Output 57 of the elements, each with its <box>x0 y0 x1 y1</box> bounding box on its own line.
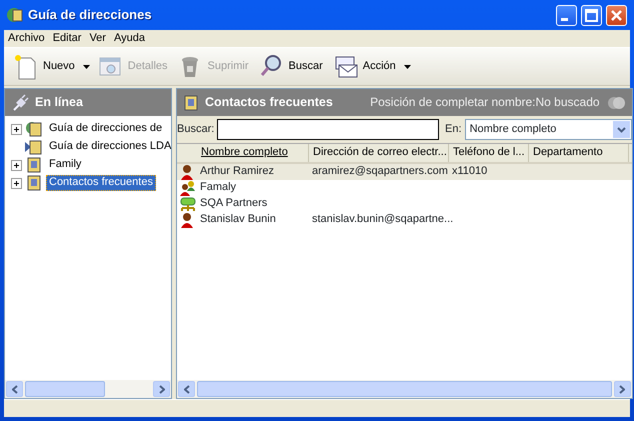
status-text: Posición de completar nombre:No buscado <box>369 95 600 110</box>
window-title: Guía de direcciones <box>28 7 153 23</box>
menu-item[interactable]: Ayuda <box>110 32 149 46</box>
column-header[interactable]: Departamento <box>529 144 629 162</box>
column-header[interactable]: Teléfono de l... <box>449 144 529 162</box>
table-row[interactable]: SQA Partners <box>177 196 632 212</box>
plug-icon <box>11 94 29 112</box>
table-cell-text: Famaly <box>199 181 238 195</box>
address-book-icon <box>25 156 43 174</box>
toolbar-button[interactable]: Buscar <box>256 52 326 82</box>
menu-item[interactable]: Archivo <box>4 32 49 46</box>
address-book-icon <box>183 94 199 110</box>
person-icon <box>178 164 196 180</box>
people-icon <box>178 180 196 196</box>
search-in-dropdown[interactable]: Nombre completo <box>464 119 632 140</box>
maximize-icon <box>585 8 598 22</box>
tree-item[interactable]: Family <box>46 157 84 173</box>
close-button[interactable] <box>606 4 628 26</box>
table-cell-text: Stanislav Bunin <box>199 213 277 227</box>
menu-item[interactable]: Ver <box>85 32 110 46</box>
network-icon <box>178 196 196 212</box>
table-row[interactable]: Stanislav Bunin stanislav.bunin@sqapartne... <box>177 212 632 228</box>
tree-item[interactable]: Guía de direcciones de <box>46 121 166 137</box>
address-book-icon <box>25 174 43 192</box>
table-cell-text: SQA Partners <box>199 197 268 211</box>
person-icon <box>178 212 196 228</box>
toolbar-button[interactable]: Nuevo <box>10 52 78 82</box>
column-header[interactable]: Dirección de correo electr... <box>309 144 449 162</box>
caret-icon <box>616 126 626 132</box>
table-row[interactable]: Famaly <box>177 180 632 196</box>
expand-icon[interactable] <box>11 178 22 188</box>
minimize-button[interactable] <box>556 4 578 26</box>
table-row[interactable]: Arthur Ramirez aramirez@sqapartners.com x11010 <box>177 164 632 180</box>
minimize-icon <box>561 18 568 20</box>
tree-item[interactable]: Guía de direcciones LDA <box>46 139 171 155</box>
table-cell-text: Arthur Ramirez <box>199 165 275 179</box>
horizontal-scrollbar[interactable] <box>177 380 632 398</box>
address-book-icon <box>25 138 43 156</box>
table-cell-text: aramirez@sqapartners.com <box>311 165 449 179</box>
column-header[interactable]: Nombre completo <box>197 144 309 162</box>
tree-item[interactable]: Contactos frecuentes <box>46 175 156 191</box>
envelope-icon <box>332 54 359 80</box>
pane-header: En línea <box>5 89 171 116</box>
table-cell-text: x11010 <box>451 165 488 179</box>
field-label: Buscar: <box>177 122 214 136</box>
horizontal-scrollbar[interactable] <box>5 380 171 398</box>
close-icon <box>610 8 624 22</box>
app-icon <box>6 6 24 24</box>
address-book-icon <box>25 120 43 138</box>
maximize-button[interactable] <box>581 4 602 26</box>
menu-item[interactable]: Editar <box>48 32 86 46</box>
expand-icon[interactable] <box>11 124 22 134</box>
toolbar-button[interactable]: Acción <box>330 52 399 82</box>
expand-icon[interactable] <box>11 160 22 170</box>
field-label: En: <box>445 122 462 136</box>
search-field[interactable] <box>217 119 440 140</box>
pane-header: Contactos frecuentes Posición de completar nombre:No buscado <box>177 89 632 116</box>
